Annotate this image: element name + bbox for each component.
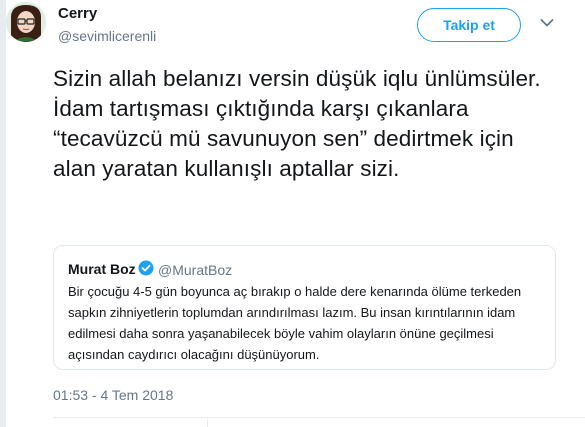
tweet-text: Sizin allah belanızı versin düşük iqlu ü… [53, 66, 541, 181]
divider [207, 417, 208, 427]
tweet-timestamp[interactable]: 01:53 - 4 Tem 2018 [53, 387, 173, 403]
quoted-tweet-text: Bir çocuğu 4-5 gün boyunca aç bırakıp o … [68, 284, 522, 362]
author-handle[interactable]: @sevimlicerenli [58, 28, 156, 44]
thread-connector-line [0, 0, 6, 427]
divider [53, 417, 585, 418]
quoted-author-name: Murat Boz [68, 261, 136, 277]
avatar[interactable] [6, 2, 46, 42]
avatar-illustration-icon [6, 2, 46, 42]
quoted-author-handle: @MuratBoz [158, 262, 233, 278]
follow-button[interactable]: Takip et [417, 8, 521, 42]
chevron-down-icon[interactable] [540, 18, 554, 28]
author-name[interactable]: Cerry [58, 5, 97, 22]
quoted-tweet-card[interactable]: Murat Boz @MuratBoz Bir çocuğu 4-5 gün b… [53, 245, 556, 370]
verified-badge-icon [138, 260, 154, 276]
